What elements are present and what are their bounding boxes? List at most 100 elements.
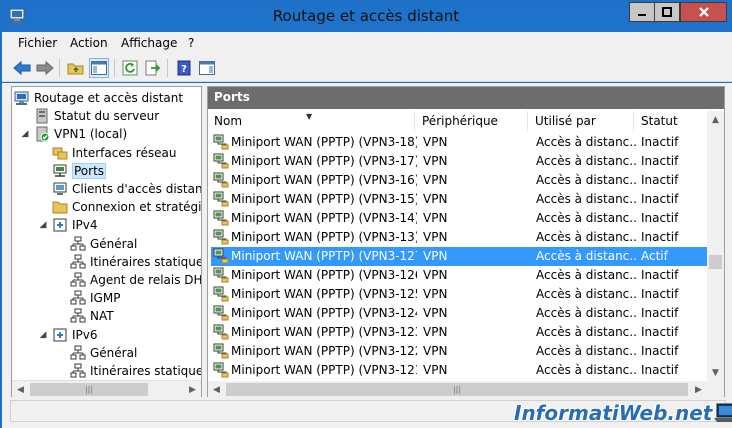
menu-affichage[interactable]: Affichage xyxy=(121,36,177,50)
show-hide-action-pane-button[interactable] xyxy=(197,58,217,78)
scroll-left-arrow-icon[interactable]: ◀ xyxy=(12,381,29,397)
table-row[interactable]: Miniport WAN (PPTP) (VPN3-127) VPN Accès à… xyxy=(211,247,707,266)
tree-item[interactable]: Général xyxy=(70,344,137,362)
back-button[interactable] xyxy=(12,58,32,78)
tree-item[interactable]: Interfaces réseau xyxy=(52,144,176,162)
tree-item[interactable]: Itinéraires statiques xyxy=(70,253,201,271)
cell-status: Inactif xyxy=(641,268,679,282)
scroll-right-arrow-icon[interactable]: ▶ xyxy=(184,381,201,397)
console-tree: Routage et accès distant Statut du serveu… xyxy=(11,86,202,398)
cell-used-by: Accès à distanc... xyxy=(536,344,636,358)
tree-item[interactable]: Statut du serveur xyxy=(34,107,159,125)
up-level-button[interactable] xyxy=(66,58,86,78)
table-row[interactable]: Miniport WAN (PPTP) (VPN3-126) VPN Accès à… xyxy=(211,266,707,285)
column-header-used-by[interactable]: Utilisé par xyxy=(529,111,634,131)
cell-status: Actif xyxy=(641,249,668,263)
scroll-up-arrow-icon[interactable]: ▲ xyxy=(707,111,724,128)
tree-expander-icon[interactable]: ◢ xyxy=(38,330,48,340)
tree-item[interactable]: ◢ VPN1 (local) xyxy=(20,125,127,143)
help-button[interactable]: ? xyxy=(174,58,194,78)
tree-item[interactable]: Connexion et stratégies d'accès xyxy=(52,198,201,216)
tree-item[interactable]: Agent de relais DHCP xyxy=(70,271,201,289)
cell-device: VPN xyxy=(423,287,448,301)
table-row[interactable]: Miniport WAN (PPTP) (VPN3-125) VPN Accès à… xyxy=(211,285,707,304)
refresh-button[interactable] xyxy=(120,58,140,78)
table-row[interactable]: Miniport WAN (PPTP) (VPN3-121) VPN Accès à… xyxy=(211,361,707,380)
title-bar[interactable]: Routage et accès distant xyxy=(1,1,731,32)
scroll-right-arrow-icon[interactable]: ▶ xyxy=(690,381,707,397)
cell-used-by: Accès à distanc... xyxy=(536,154,636,168)
cell-status: Inactif xyxy=(641,287,679,301)
column-header-name[interactable]: Nom ▼ xyxy=(208,111,415,131)
cell-status: Inactif xyxy=(641,325,679,339)
maximize-icon xyxy=(662,7,672,17)
list-horizontal-scrollbar[interactable]: ◀ ||| ▶ xyxy=(208,381,707,397)
table-row[interactable]: Miniport WAN (PPTP) (VPN3-13) VPN Accès à … xyxy=(211,228,707,247)
tree-item[interactable]: ◢ IPv6 xyxy=(38,326,98,344)
minimize-button[interactable] xyxy=(629,2,655,22)
tree-item-label: VPN1 (local) xyxy=(54,127,128,142)
table-row[interactable]: Miniport WAN (PPTP) (VPN3-123) VPN Accès à… xyxy=(211,323,707,342)
sort-descending-icon: ▼ xyxy=(306,112,313,121)
cell-used-by: Accès à distanc... xyxy=(536,287,636,301)
menu-bar: Fichier Action Affichage ? xyxy=(2,32,732,54)
minimize-icon xyxy=(638,14,646,16)
scroll-thumb[interactable] xyxy=(709,255,722,269)
table-row[interactable]: Miniport WAN (PPTP) (VPN3-17) VPN Accès à … xyxy=(211,152,707,171)
tree-expander-icon[interactable]: ◢ xyxy=(20,129,30,139)
port-icon xyxy=(213,210,229,226)
rras-root-icon xyxy=(14,91,29,105)
ports-icon xyxy=(53,164,67,177)
port-icon xyxy=(213,229,229,245)
column-header-status[interactable]: Statut xyxy=(635,111,707,131)
back-arrow-icon xyxy=(13,60,31,76)
scroll-left-arrow-icon[interactable]: ◀ xyxy=(208,381,225,397)
tree-horizontal-scrollbar[interactable]: ◀ ||| ▶ xyxy=(12,380,201,397)
table-row[interactable]: Miniport WAN (PPTP) (VPN3-14) VPN Accès à … xyxy=(211,209,707,228)
tree-item[interactable]: ◢ IPv4 xyxy=(38,216,98,234)
tree-item[interactable]: Itinéraires statiques xyxy=(70,362,201,380)
tree-item-label: Statut du serveur xyxy=(54,109,160,124)
laptop-icon xyxy=(714,403,732,422)
scroll-thumb[interactable]: ||| xyxy=(30,383,148,396)
cell-status: Inactif xyxy=(641,363,679,377)
toolbar-separator xyxy=(167,59,168,77)
table-row[interactable]: Miniport WAN (PPTP) (VPN3-124) VPN Accès à… xyxy=(211,304,707,323)
cell-used-by: Accès à distanc... xyxy=(536,135,636,149)
close-button[interactable] xyxy=(680,2,727,22)
scroll-thumb[interactable]: ||| xyxy=(226,383,688,396)
table-row[interactable]: Miniport WAN (PPTP) (VPN3-16) VPN Accès à … xyxy=(211,171,707,190)
server-status-icon xyxy=(36,108,48,124)
ipv6-icon xyxy=(53,328,67,342)
show-hide-console-tree-button[interactable] xyxy=(89,58,109,78)
table-row[interactable]: Miniport WAN (PPTP) (VPN3-15) VPN Accès à … xyxy=(211,190,707,209)
cell-name: Miniport WAN (PPTP) (VPN3-16) xyxy=(231,173,417,187)
tree-item-label: Interfaces réseau xyxy=(72,145,177,160)
forward-button[interactable] xyxy=(35,58,55,78)
tree-item[interactable]: IGMP xyxy=(70,289,120,307)
column-header-label: Périphérique xyxy=(422,114,498,128)
table-row[interactable]: Miniport WAN (PPTP) (VPN3-122) VPN Accès à… xyxy=(211,342,707,361)
cell-device: VPN xyxy=(423,230,448,244)
cell-name: Miniport WAN (PPTP) (VPN3-126) xyxy=(231,268,417,282)
tree-item[interactable]: Général xyxy=(70,235,137,253)
tree-item[interactable]: Clients d'accès distant (0) xyxy=(52,180,201,198)
tree-item[interactable]: NAT xyxy=(70,307,114,325)
maximize-button[interactable] xyxy=(654,2,680,22)
menu-fichier[interactable]: Fichier xyxy=(18,36,57,50)
menu-action[interactable]: Action xyxy=(70,36,108,50)
scroll-down-arrow-icon[interactable]: ▼ xyxy=(707,364,724,381)
cell-status: Inactif xyxy=(641,154,679,168)
table-row[interactable]: Miniport WAN (PPTP) (VPN3-18) VPN Accès à … xyxy=(211,133,707,152)
tree-item[interactable]: Ports xyxy=(52,162,107,180)
main-content: Routage et accès distant Statut du serveu… xyxy=(2,83,732,398)
tree-item[interactable]: Routage et accès distant xyxy=(14,89,183,107)
export-list-button[interactable] xyxy=(143,58,163,78)
menu-help[interactable]: ? xyxy=(188,36,194,50)
forward-arrow-icon xyxy=(36,60,54,76)
tree-expander-icon[interactable]: ◢ xyxy=(38,220,48,230)
column-header-device[interactable]: Périphérique xyxy=(416,111,528,131)
network-node-icon xyxy=(70,272,86,287)
list-vertical-scrollbar[interactable]: ▲ ▼ xyxy=(707,111,724,383)
tree-item-label: IPv4 xyxy=(72,218,98,233)
